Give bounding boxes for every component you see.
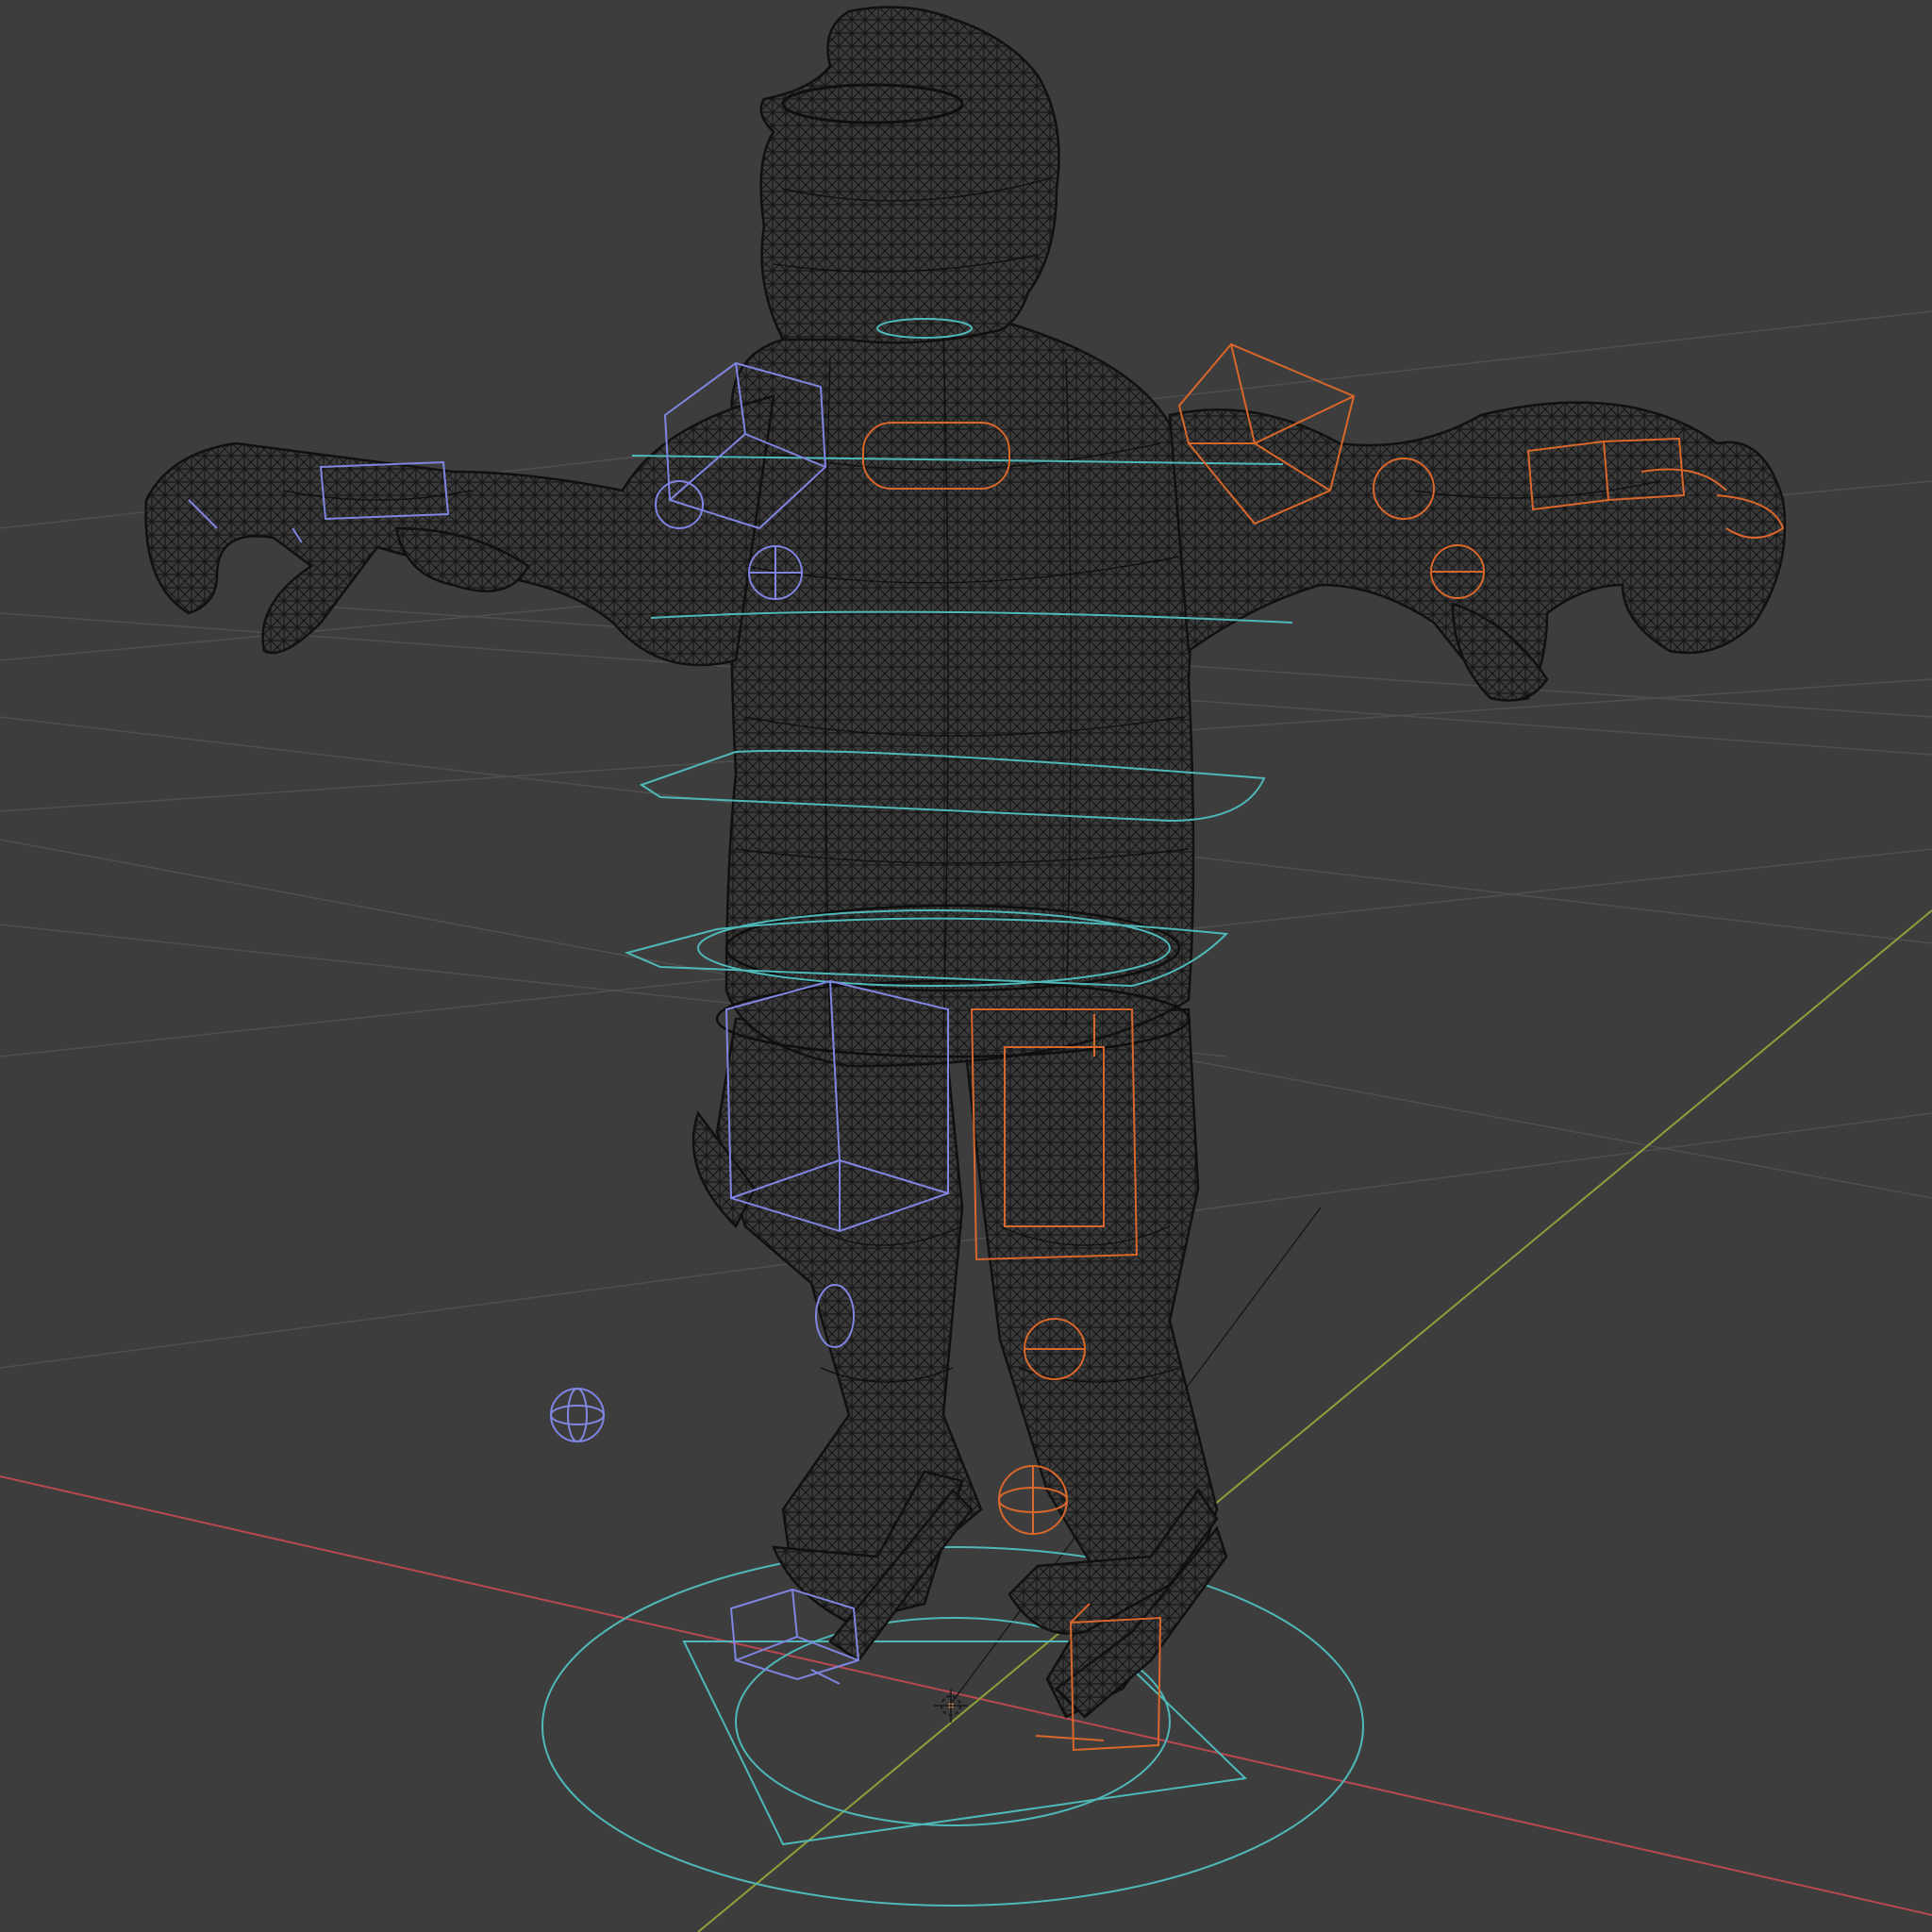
3d-cursor-icon[interactable]	[934, 1689, 968, 1723]
root-control[interactable]	[541, 1546, 1364, 1907]
x-axis-line	[0, 1475, 1932, 1916]
3d-viewport[interactable]	[0, 0, 1932, 1932]
character-mesh[interactable]	[144, 6, 1787, 1719]
viewport-canvas[interactable]	[0, 0, 1932, 1932]
